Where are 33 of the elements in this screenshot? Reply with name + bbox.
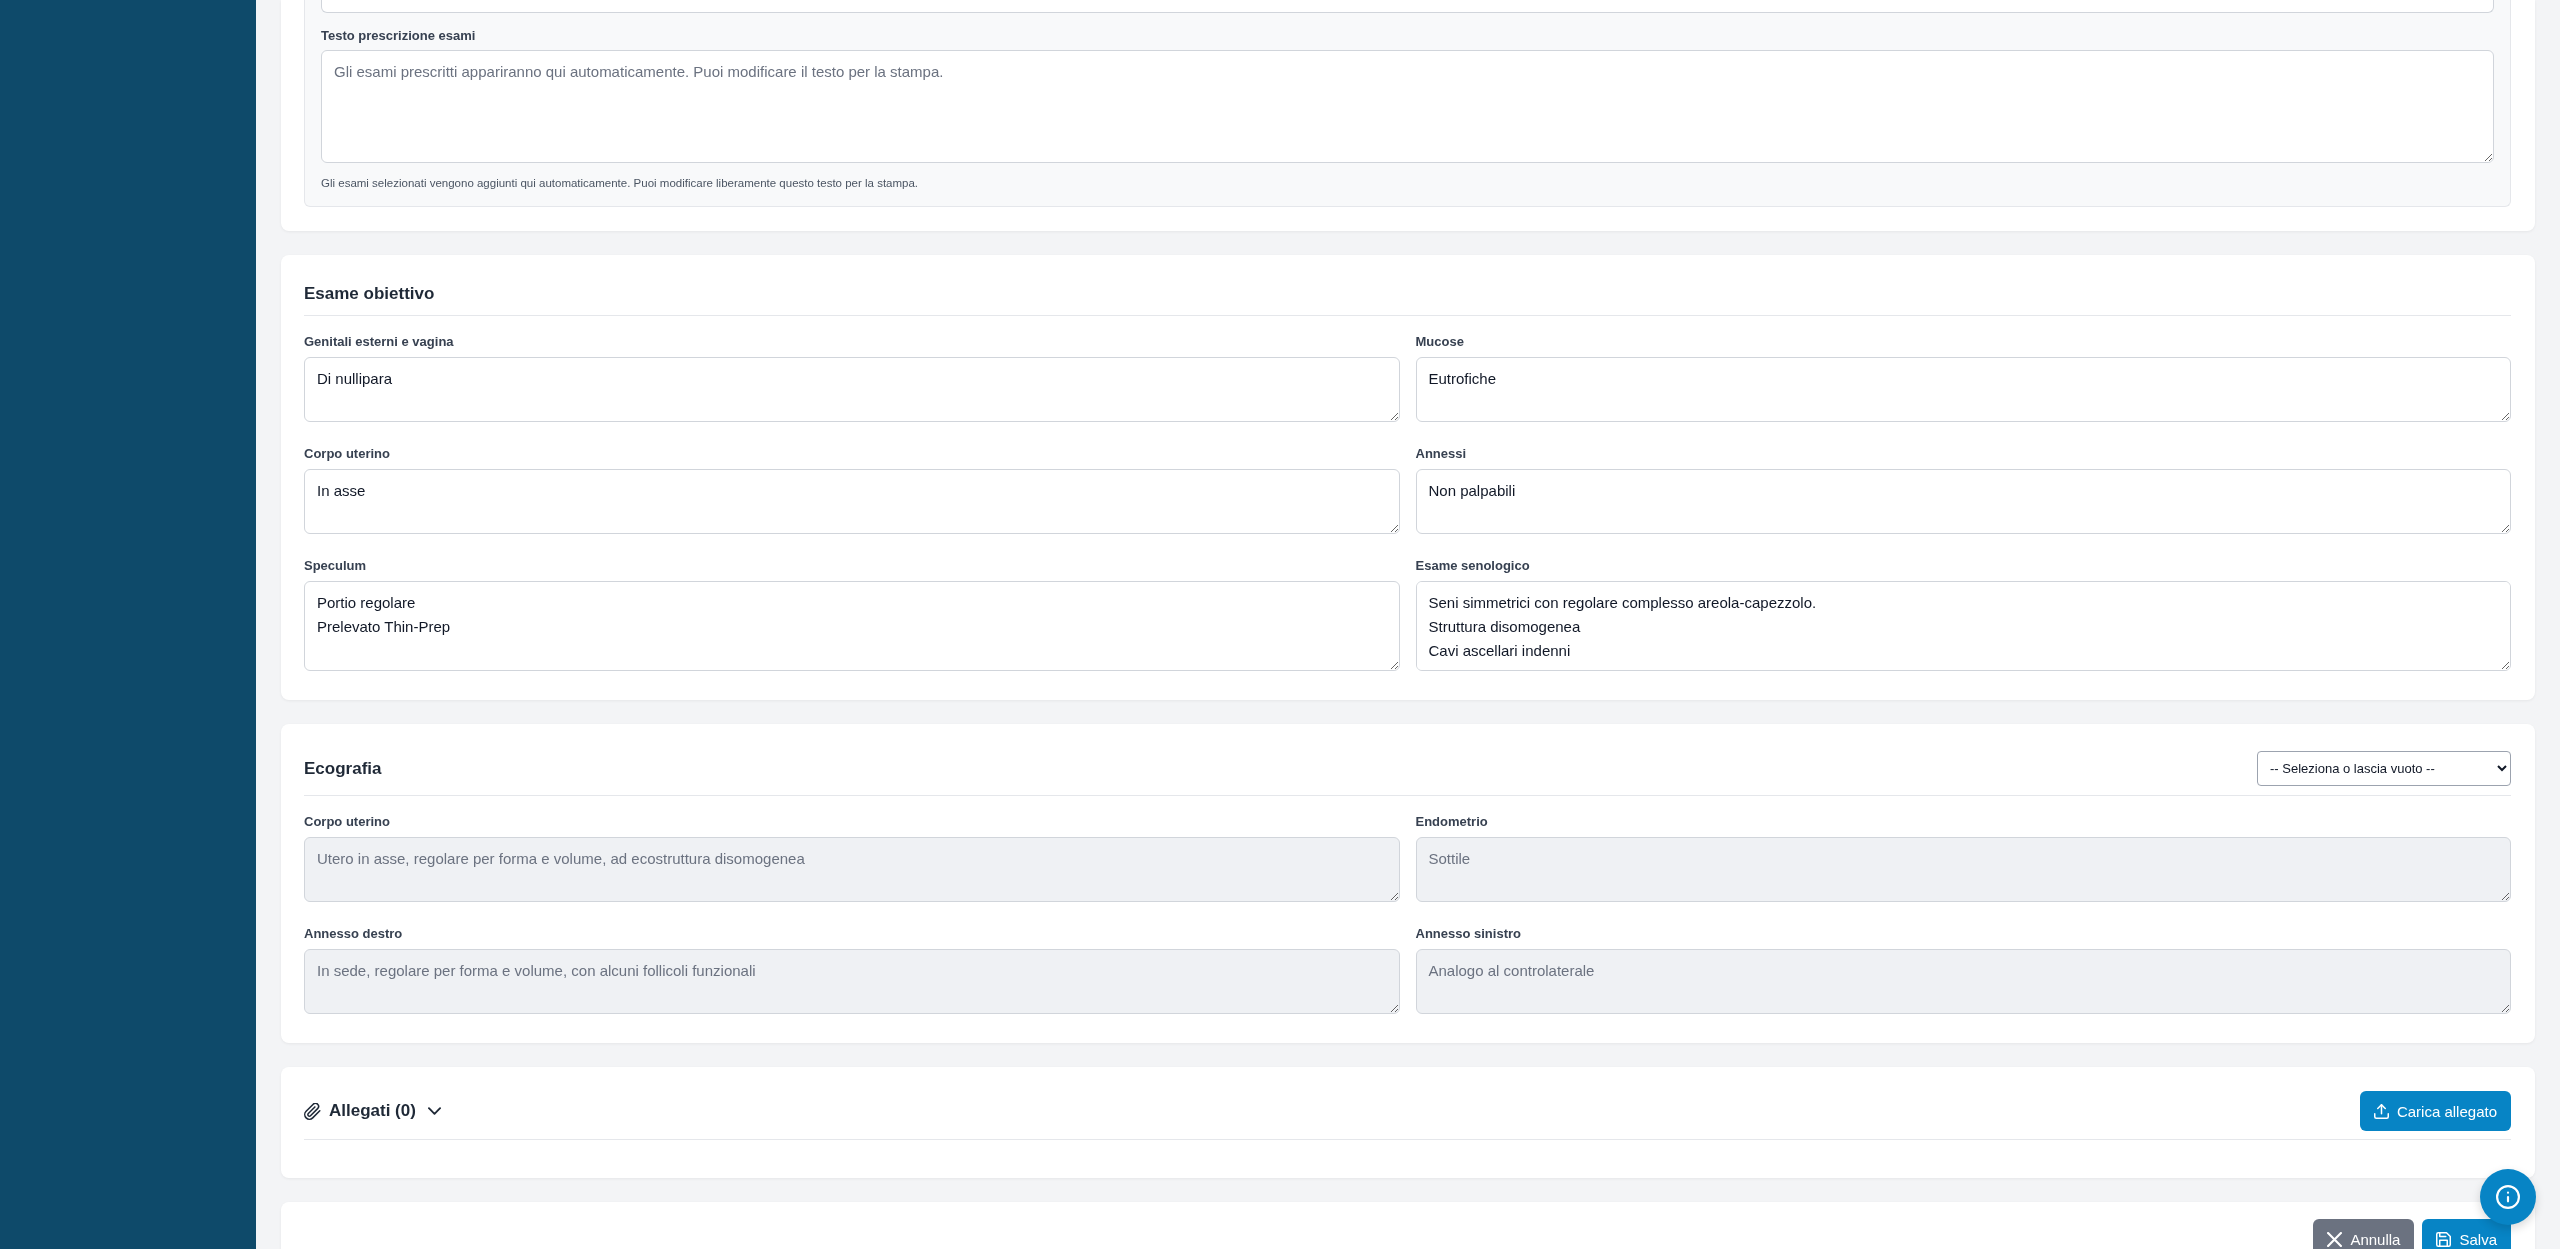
info-icon [2496,1185,2520,1209]
text-field[interactable]: Non palpabili [1415,469,2511,534]
field-label: Annesso destro [304,926,404,942]
field-label: Esame senologico [1415,558,1531,574]
text-field[interactable]: Seni simmetrici con regolare complesso areola-capezzolo. Struttura disomogenea Cavi ascellari indenni [1415,581,2511,671]
field-label: Testo prescrizione esami [321,28,477,44]
preset-select[interactable]: -- Seleziona o lascia vuoto -- [2257,751,2511,786]
section-title: Esame obiettivo [304,283,435,305]
field-label: Annesso sinistro [1415,926,1522,942]
close-icon [2327,1231,2343,1247]
attachments-toggle[interactable]: Allegati (0) [304,1101,441,1121]
field-label: Speculum [304,558,368,574]
save-icon [2436,1231,2452,1247]
paperclip-icon [304,1102,321,1120]
input-field[interactable] [321,0,2494,13]
upload-icon [2373,1103,2389,1119]
upload-button[interactable]: Carica allegato [2359,1091,2511,1131]
field-label: Mucose [1415,334,1465,350]
field-label: Corpo uterino [304,814,391,830]
text-field[interactable]: Di nullipara [304,357,1400,422]
field-label: Endometrio [1415,814,1489,830]
section-title: Ecografia [304,757,382,780]
text-field[interactable]: In asse [304,469,1400,534]
field-label: Corpo uterino [304,446,391,462]
save-button[interactable]: Salva [2422,1219,2511,1249]
field-label: Annessi [1415,446,1468,462]
cancel-button[interactable]: Annulla [2313,1219,2415,1249]
help-text: Gli esami selezionati vengono aggiunti qui automaticamente. Puoi modificare liberamente questo testo per la stampa. [321,176,920,190]
text-field[interactable]: Portio regolare Prelevato Thin-Prep [304,581,1400,671]
text-field[interactable]: Eutrofiche [1415,357,2511,422]
prescription-field[interactable]: Gli esami prescritti appariranno qui automaticamente. Puoi modificare il testo per la stampa. [321,50,2494,163]
field-label: Genitali esterni e vagina [304,334,455,350]
chevron-icon [427,1107,441,1115]
